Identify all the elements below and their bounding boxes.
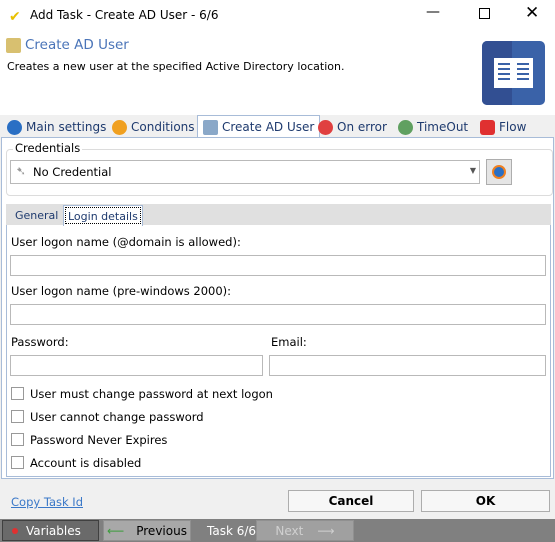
question-icon bbox=[112, 119, 127, 135]
previous-label: Previous bbox=[136, 523, 187, 538]
ok-button[interactable]: OK bbox=[421, 490, 550, 512]
app-logo-icon: ✔ bbox=[9, 9, 21, 25]
tab-flow[interactable]: Flow bbox=[475, 117, 531, 137]
logon-name-label: User logon name (@domain is allowed): bbox=[11, 235, 241, 249]
credential-value: No Credential bbox=[33, 165, 112, 179]
password-never-expires-checkbox[interactable] bbox=[11, 433, 24, 446]
tab-main-settings[interactable]: Main settings bbox=[2, 117, 111, 137]
pre2000-name-input[interactable] bbox=[10, 304, 546, 325]
cursor-icon: ➷ bbox=[16, 164, 27, 178]
arrow-right-icon: ⟶ bbox=[317, 523, 335, 538]
checkbox-label: User cannot change password bbox=[30, 410, 204, 424]
checkbox-label: Account is disabled bbox=[30, 456, 142, 470]
ad-user-icon bbox=[203, 119, 218, 135]
pre2000-name-label: User logon name (pre-windows 2000): bbox=[11, 284, 232, 298]
tab-conditions[interactable]: Conditions bbox=[107, 117, 200, 137]
previous-button[interactable]: ⟵ Previous bbox=[103, 520, 191, 541]
subtab-general[interactable]: General bbox=[15, 209, 58, 222]
tab-label: Create AD User bbox=[222, 120, 315, 134]
task-title: Create AD User bbox=[25, 37, 129, 53]
gear-icon bbox=[492, 165, 506, 179]
password-input[interactable] bbox=[10, 355, 263, 376]
cancel-button[interactable]: Cancel bbox=[288, 490, 414, 512]
tab-label: Conditions bbox=[131, 120, 195, 134]
error-icon bbox=[318, 119, 333, 135]
ad-user-icon bbox=[6, 38, 21, 53]
tab-timeout[interactable]: TimeOut bbox=[393, 117, 473, 137]
variables-label: Variables bbox=[26, 523, 81, 538]
window-title: Add Task - Create AD User - 6/6 bbox=[30, 8, 219, 22]
tab-label: Main settings bbox=[26, 120, 107, 134]
checkbox-label: Password Never Expires bbox=[30, 433, 168, 447]
next-label: Next bbox=[275, 523, 304, 538]
flow-icon bbox=[480, 119, 495, 135]
credential-settings-button[interactable] bbox=[486, 159, 512, 185]
gear-icon bbox=[7, 119, 22, 135]
email-input[interactable] bbox=[269, 355, 546, 376]
checkbox-label: User must change password at next logon bbox=[30, 387, 273, 401]
logon-name-input[interactable] bbox=[10, 255, 546, 276]
red-dot-icon bbox=[12, 527, 18, 534]
tab-label: Flow bbox=[499, 120, 527, 134]
cannot-change-password-checkbox[interactable] bbox=[11, 410, 24, 423]
timeout-icon bbox=[398, 119, 413, 135]
variables-button[interactable]: Variables bbox=[2, 520, 99, 541]
tab-label: TimeOut bbox=[417, 120, 469, 134]
arrow-left-icon: ⟵ bbox=[107, 523, 125, 538]
next-button[interactable]: Next ⟶ bbox=[256, 520, 354, 541]
password-label: Password: bbox=[11, 335, 69, 349]
tab-create-ad-user[interactable]: Create AD User bbox=[197, 115, 321, 138]
task-header: Create AD User Creates a new user at the… bbox=[0, 31, 555, 115]
credential-select[interactable]: ➷ No Credential ▼ bbox=[10, 160, 480, 184]
close-button[interactable]: ✕ bbox=[525, 3, 539, 23]
credentials-legend: Credentials bbox=[13, 141, 83, 155]
account-disabled-checkbox[interactable] bbox=[11, 456, 24, 469]
task-counter: Task 6/6 bbox=[207, 523, 257, 538]
must-change-password-checkbox[interactable] bbox=[11, 387, 24, 400]
tab-on-error[interactable]: On error bbox=[313, 117, 392, 137]
task-description: Creates a new user at the specified Acti… bbox=[7, 60, 345, 73]
maximize-button[interactable] bbox=[479, 8, 490, 19]
copy-task-id-link[interactable]: Copy Task Id bbox=[11, 495, 83, 509]
chevron-down-icon: ▼ bbox=[469, 166, 476, 175]
minimize-button[interactable]: — bbox=[426, 4, 440, 20]
email-label: Email: bbox=[271, 335, 307, 349]
tab-label: On error bbox=[337, 120, 387, 134]
help-book-icon bbox=[482, 41, 545, 105]
title-bar: ✔ Add Task - Create AD User - 6/6 — ✕ bbox=[0, 0, 555, 31]
subtab-login-details[interactable]: Login details bbox=[63, 205, 143, 226]
